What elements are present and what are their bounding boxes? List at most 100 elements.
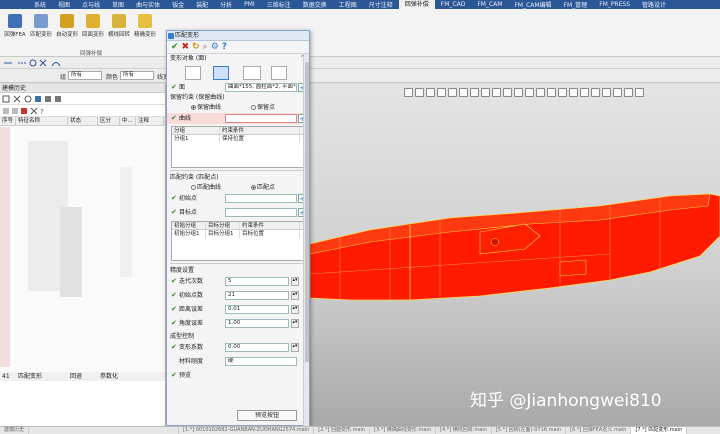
iter-input[interactable]: 5 bbox=[225, 277, 289, 286]
section-keep-constraint[interactable]: 保留约束 (保留曲线) bbox=[167, 93, 309, 103]
ribbon-line-rotate-button[interactable]: 横线回转 bbox=[106, 12, 132, 48]
ribbon-precise-deform-button[interactable]: 精确变形 bbox=[132, 12, 158, 48]
col-num[interactable]: 序号 bbox=[0, 117, 16, 125]
preview-checkbox[interactable]: ✔ bbox=[171, 372, 177, 379]
menu-dimension[interactable]: 尺寸注释 bbox=[363, 0, 399, 9]
history-tool-icon[interactable] bbox=[21, 108, 27, 114]
menu-fm-cam[interactable]: FM_CAM bbox=[471, 1, 508, 8]
undo-icon[interactable]: ↻ bbox=[192, 42, 200, 53]
section-match-constraint[interactable]: 匹配约束 (匹配点) bbox=[167, 173, 309, 183]
object-face-button[interactable] bbox=[185, 66, 201, 80]
table-row[interactable]: 41 匹配变形 回退 参数化 bbox=[0, 372, 165, 381]
ang-err-input[interactable]: 1.00 bbox=[225, 319, 289, 328]
doc-tab[interactable]: [3.*] 精确曲线变形.main bbox=[370, 427, 436, 434]
section-precision[interactable]: 精度设置 bbox=[167, 266, 309, 276]
table-row[interactable]: 初始分组1 目标分组1 目标位置 bbox=[172, 230, 304, 238]
history-tool-icon[interactable] bbox=[55, 96, 61, 102]
arc-icon[interactable] bbox=[51, 62, 61, 67]
snap-toolbar[interactable] bbox=[0, 57, 120, 69]
menu-fm-cam-edit[interactable]: FM_CAM编辑 bbox=[508, 0, 557, 9]
keep-table[interactable]: 分组 约束条件 分组1 保持位置 bbox=[171, 126, 305, 168]
menu-fm-press[interactable]: FM_PRESS bbox=[593, 1, 636, 8]
group-select[interactable]: 所有 bbox=[68, 71, 102, 80]
dist-err-input[interactable]: 0.01 bbox=[225, 305, 289, 314]
col-comment[interactable]: 注释 bbox=[136, 117, 164, 125]
match-table[interactable]: 初始分组 目标分组 约束条件 初始分组1 目标分组1 目标位置 bbox=[171, 221, 305, 261]
doc-tab-active[interactable]: [7.*] 匹配变形.main bbox=[631, 427, 688, 434]
object-point-button[interactable] bbox=[271, 66, 287, 80]
dialog-titlebar[interactable]: 匹配变形 bbox=[167, 31, 309, 41]
target-point-field[interactable] bbox=[225, 208, 297, 217]
menu-analysis[interactable]: 分析 bbox=[214, 0, 238, 9]
history-tool-icon[interactable] bbox=[35, 96, 41, 102]
deform-coef-input[interactable]: 0.00 bbox=[225, 343, 289, 352]
menu-surface-solid[interactable]: 曲与实体 bbox=[130, 0, 166, 9]
scrollbar-thumb[interactable] bbox=[305, 62, 309, 362]
menu-sheetmetal[interactable]: 钣金 bbox=[166, 0, 190, 9]
gear-icon[interactable]: ⚙ bbox=[211, 42, 219, 53]
section-shape-control[interactable]: 成型控制 bbox=[167, 332, 309, 342]
history-tool-icon[interactable] bbox=[13, 95, 21, 103]
menu-assembly[interactable]: 装配 bbox=[190, 0, 214, 9]
init-point-field[interactable] bbox=[225, 194, 297, 203]
menu-fm-cad[interactable]: FM_CAD bbox=[435, 1, 472, 8]
match-point-radio[interactable]: 匹配点 bbox=[251, 183, 275, 193]
col-feature-name[interactable]: 特征名称 bbox=[16, 117, 68, 125]
keep-curve-radio[interactable]: 保留曲线 bbox=[191, 103, 221, 113]
history-tool-icon[interactable] bbox=[45, 96, 51, 102]
doc-tab[interactable]: [5.*] 回转(左面)-0716.main bbox=[492, 427, 567, 434]
doc-tab[interactable]: [2.*] 回面变形.main bbox=[314, 427, 371, 434]
menu-sketch[interactable]: 草图 bbox=[106, 0, 130, 9]
ribbon-face-deform-button[interactable]: 回面变形 bbox=[80, 12, 106, 48]
menu-pipe-design[interactable]: 管路设计 bbox=[636, 0, 672, 9]
color-select[interactable]: 所有 bbox=[120, 71, 154, 80]
dialog-scrollbar[interactable] bbox=[303, 54, 309, 426]
table-row[interactable]: 分组1 保持位置 bbox=[172, 135, 304, 143]
keep-point-radio[interactable]: 保留点 bbox=[251, 103, 275, 113]
col-mid[interactable]: 中... bbox=[120, 117, 136, 125]
menu-system[interactable]: 系统 bbox=[28, 0, 52, 9]
sheet-metal-part[interactable] bbox=[310, 84, 720, 426]
menu-data-exchange[interactable]: 数据交换 bbox=[297, 0, 333, 9]
3d-viewport[interactable]: 知乎 @Jianhongwei810 bbox=[310, 84, 720, 426]
history-tool-icon[interactable] bbox=[2, 95, 10, 103]
ribbon-match-deform-button[interactable]: 匹配变形 bbox=[28, 12, 54, 48]
ribbon-auto-deform-button[interactable]: 自动变形 bbox=[54, 12, 80, 48]
preview-button[interactable]: 预览按钮 bbox=[237, 410, 297, 421]
object-body-button[interactable] bbox=[213, 66, 229, 80]
menu-view[interactable]: 视图 bbox=[52, 0, 76, 9]
match-curve-radio[interactable]: 匹配曲线 bbox=[191, 183, 221, 193]
history-tool-icon[interactable] bbox=[30, 107, 38, 115]
col-type[interactable]: 区分 bbox=[98, 117, 120, 125]
deform-coef-stepper[interactable]: ▴▾ bbox=[291, 343, 299, 352]
confirm-check-icon[interactable]: ✔ bbox=[171, 42, 179, 53]
help-icon[interactable]: ? bbox=[222, 42, 227, 53]
initpts-stepper[interactable]: ▴▾ bbox=[291, 291, 299, 300]
help-icon[interactable]: ? bbox=[40, 108, 44, 116]
menu-3d-annotation[interactable]: 三维标注 bbox=[261, 0, 297, 9]
ang-err-stepper[interactable]: ▴▾ bbox=[291, 319, 299, 328]
menu-point-line[interactable]: 点与线 bbox=[76, 0, 106, 9]
history-tool-icon[interactable] bbox=[24, 95, 32, 103]
hardness-select[interactable]: 硬 bbox=[225, 357, 297, 366]
col-status[interactable]: 状态 bbox=[68, 117, 98, 125]
doc-tab[interactable]: [6.*] 回弹FEA定义.main bbox=[566, 427, 632, 434]
doc-tab[interactable]: [1.*] 0010102682-GUANBAN-ZUOHANG2574.mai… bbox=[179, 427, 315, 434]
curve-field[interactable] bbox=[225, 114, 297, 123]
ribbon-fea-button[interactable]: 回弹FEA bbox=[2, 12, 28, 48]
dist-err-stepper[interactable]: ▴▾ bbox=[291, 305, 299, 314]
history-table-body[interactable] bbox=[0, 127, 165, 377]
initpts-input[interactable]: 21 bbox=[225, 291, 289, 300]
cross-icon[interactable] bbox=[39, 59, 47, 67]
iter-stepper[interactable]: ▴▾ bbox=[291, 277, 299, 286]
menu-fm-manage[interactable]: FM_管理 bbox=[558, 0, 594, 9]
doc-tab[interactable]: [4.*] 横线回转.main bbox=[436, 427, 492, 434]
history-tool-icon[interactable] bbox=[12, 108, 18, 114]
face-field[interactable]: 曲面*155, 圆柱面*2, 平面* bbox=[225, 83, 297, 92]
menu-springback[interactable]: 回弹补偿 bbox=[398, 0, 435, 9]
search-icon[interactable]: ⌕ bbox=[203, 42, 208, 53]
menu-pmi[interactable]: PMI bbox=[238, 1, 261, 8]
section-deform-object[interactable]: 变形对象 (面) ^ bbox=[167, 54, 309, 64]
object-curve-button[interactable] bbox=[243, 66, 261, 80]
circle-icon[interactable] bbox=[29, 59, 37, 67]
